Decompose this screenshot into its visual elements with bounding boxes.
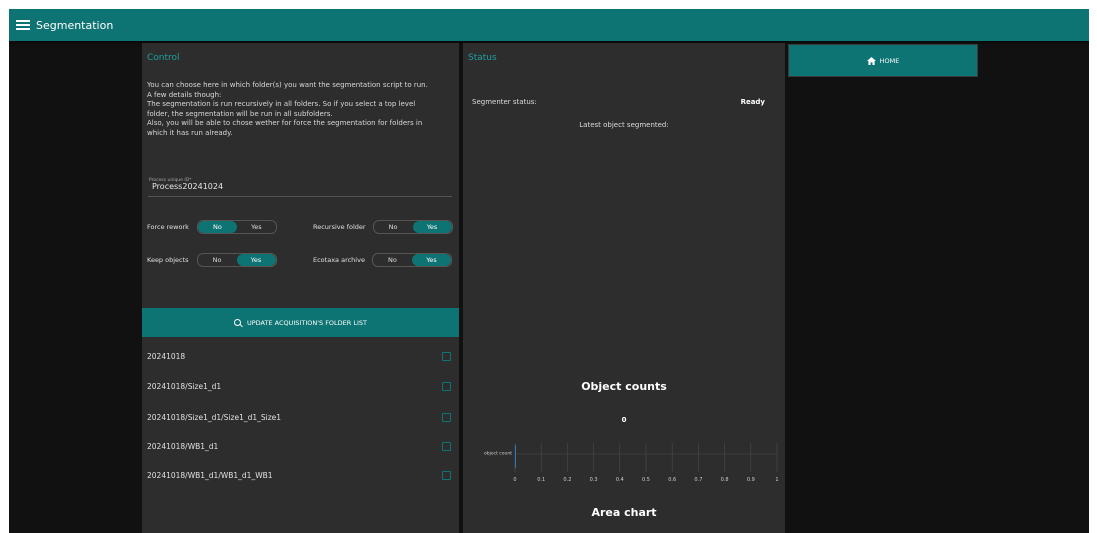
folder-checkbox[interactable]: [442, 381, 451, 391]
chart-categories: object count: [484, 451, 512, 457]
keep-objects-label: Keep objects: [147, 256, 189, 264]
description-line: which it has run already.: [147, 128, 233, 137]
x-tick-label: 1: [775, 477, 778, 483]
home-button[interactable]: HOME: [789, 45, 977, 76]
control-title: Control: [147, 53, 180, 63]
object-counts-chart: 0 0.1 0.2 0.3 0.4 0.5 0.6 0.7 0.8 0.9 1 object cou…: [484, 443, 779, 483]
app-title: Segmentation: [36, 18, 114, 32]
segmenter-status-label: Segmenter status:: [472, 98, 537, 106]
folder-list-item[interactable]: 20241018/Size1_d1: [147, 379, 453, 393]
status-title: Status: [468, 53, 497, 63]
description-line: The segmentation is run recursively in a…: [147, 100, 416, 109]
force-rework-no-option[interactable]: No: [197, 221, 237, 233]
keep-objects-yes-option[interactable]: Yes: [236, 254, 276, 266]
x-tick-label: 0.8: [721, 477, 729, 483]
folder-name: 20241018/Size1_d1/Size1_d1_Size1: [147, 412, 282, 422]
keep-objects-segmented: No Yes: [196, 253, 277, 267]
update-folder-list-button[interactable]: UPDATE ACQUISITION'S FOLDER LIST: [142, 308, 459, 337]
folder-name: 20241018/Size1_d1: [147, 381, 222, 391]
folder-name: 20241018/WB1_d1/WB1_d1_WB1: [147, 470, 273, 480]
keep-objects-no-option[interactable]: No: [198, 254, 237, 266]
ecotaxa-archive-label: Ecotaxa archive: [313, 256, 365, 264]
object-count-bar: [515, 445, 516, 468]
update-folder-list-label: UPDATE ACQUISITION'S FOLDER LIST: [246, 318, 367, 327]
process-id-field: Process unique ID*: [148, 178, 452, 197]
x-tick-label: 0.2: [563, 477, 571, 483]
x-tick-label: 0.1: [537, 477, 545, 483]
control-panel: Control You can choose here in which fol…: [142, 43, 459, 533]
ecotaxa-archive-yes-option[interactable]: Yes: [411, 254, 451, 266]
menu-icon[interactable]: [16, 20, 30, 30]
object-counts-value: 0: [621, 416, 627, 424]
recursive-folder-label: Recursive folder: [313, 223, 366, 231]
chart-bars: [515, 445, 516, 468]
x-tick-label: 0.7: [694, 477, 702, 483]
ecotaxa-archive-no-option[interactable]: No: [373, 254, 412, 266]
force-rework-yes-option[interactable]: Yes: [237, 221, 276, 233]
folder-list-item[interactable]: 20241018/Size1_d1/Size1_d1_Size1: [147, 410, 453, 424]
chart-grid: [514, 443, 778, 472]
control-description: You can choose here in which folder(s) y…: [147, 81, 455, 139]
home-label: HOME: [879, 56, 900, 65]
latest-object-label: Latest object segmented:: [579, 121, 669, 129]
description-line: A few details though:: [147, 90, 222, 99]
description-line: Also, you will be able to chose wether f…: [147, 119, 423, 128]
area-chart-title: Area chart: [591, 506, 657, 519]
app-window: Segmentation Control You can choose here…: [9, 9, 1089, 533]
folder-name: 20241018/WB1_d1: [147, 441, 219, 451]
recursive-folder-no-option[interactable]: No: [374, 221, 413, 233]
chart-x-ticks: 0 0.1 0.2 0.3 0.4 0.5 0.6 0.7 0.8 0.9 1: [513, 477, 778, 483]
folder-checkbox[interactable]: [442, 351, 451, 361]
keep-objects-toggle: Keep objects No Yes: [147, 253, 277, 267]
home-icon: [866, 56, 876, 65]
folder-list-item[interactable]: 20241018/WB1_d1: [147, 439, 453, 453]
x-tick-label: 0.3: [590, 477, 598, 483]
folder-checkbox[interactable]: [442, 441, 451, 451]
process-id-input[interactable]: [152, 182, 442, 191]
ecotaxa-archive-toggle: Ecotaxa archive No Yes: [313, 253, 452, 267]
object-counts-title: Object counts: [581, 380, 667, 393]
force-rework-label: Force rework: [147, 223, 189, 231]
recursive-folder-segmented: No Yes: [372, 220, 453, 234]
x-tick-label: 0: [513, 477, 516, 483]
force-rework-toggle: Force rework No Yes: [147, 220, 277, 234]
force-rework-segmented: No Yes: [196, 220, 277, 234]
category-label: object count: [484, 451, 512, 457]
recursive-folder-toggle: Recursive folder No Yes: [313, 220, 453, 234]
recursive-folder-yes-option[interactable]: Yes: [412, 221, 452, 233]
x-tick-label: 0.4: [616, 477, 624, 483]
x-tick-label: 0.5: [642, 477, 650, 483]
segmenter-status-value: Ready: [740, 98, 765, 106]
folder-checkbox[interactable]: [442, 470, 451, 480]
search-icon: [233, 318, 243, 328]
status-panel: Status Segmenter status: Ready Latest ob…: [463, 43, 785, 533]
folder-checkbox[interactable]: [442, 412, 451, 422]
folder-list-item[interactable]: 20241018: [147, 349, 453, 363]
x-tick-label: 0.6: [668, 477, 676, 483]
folder-list-item[interactable]: 20241018/WB1_d1/WB1_d1_WB1: [147, 468, 453, 482]
description-line: You can choose here in which folder(s) y…: [147, 81, 428, 89]
folder-name: 20241018: [147, 351, 186, 361]
x-tick-label: 0.9: [747, 477, 755, 483]
ecotaxa-archive-segmented: No Yes: [371, 253, 452, 267]
top-app-bar: Segmentation: [9, 9, 1089, 41]
description-line: folder, the segmentation will be run in …: [147, 109, 333, 118]
